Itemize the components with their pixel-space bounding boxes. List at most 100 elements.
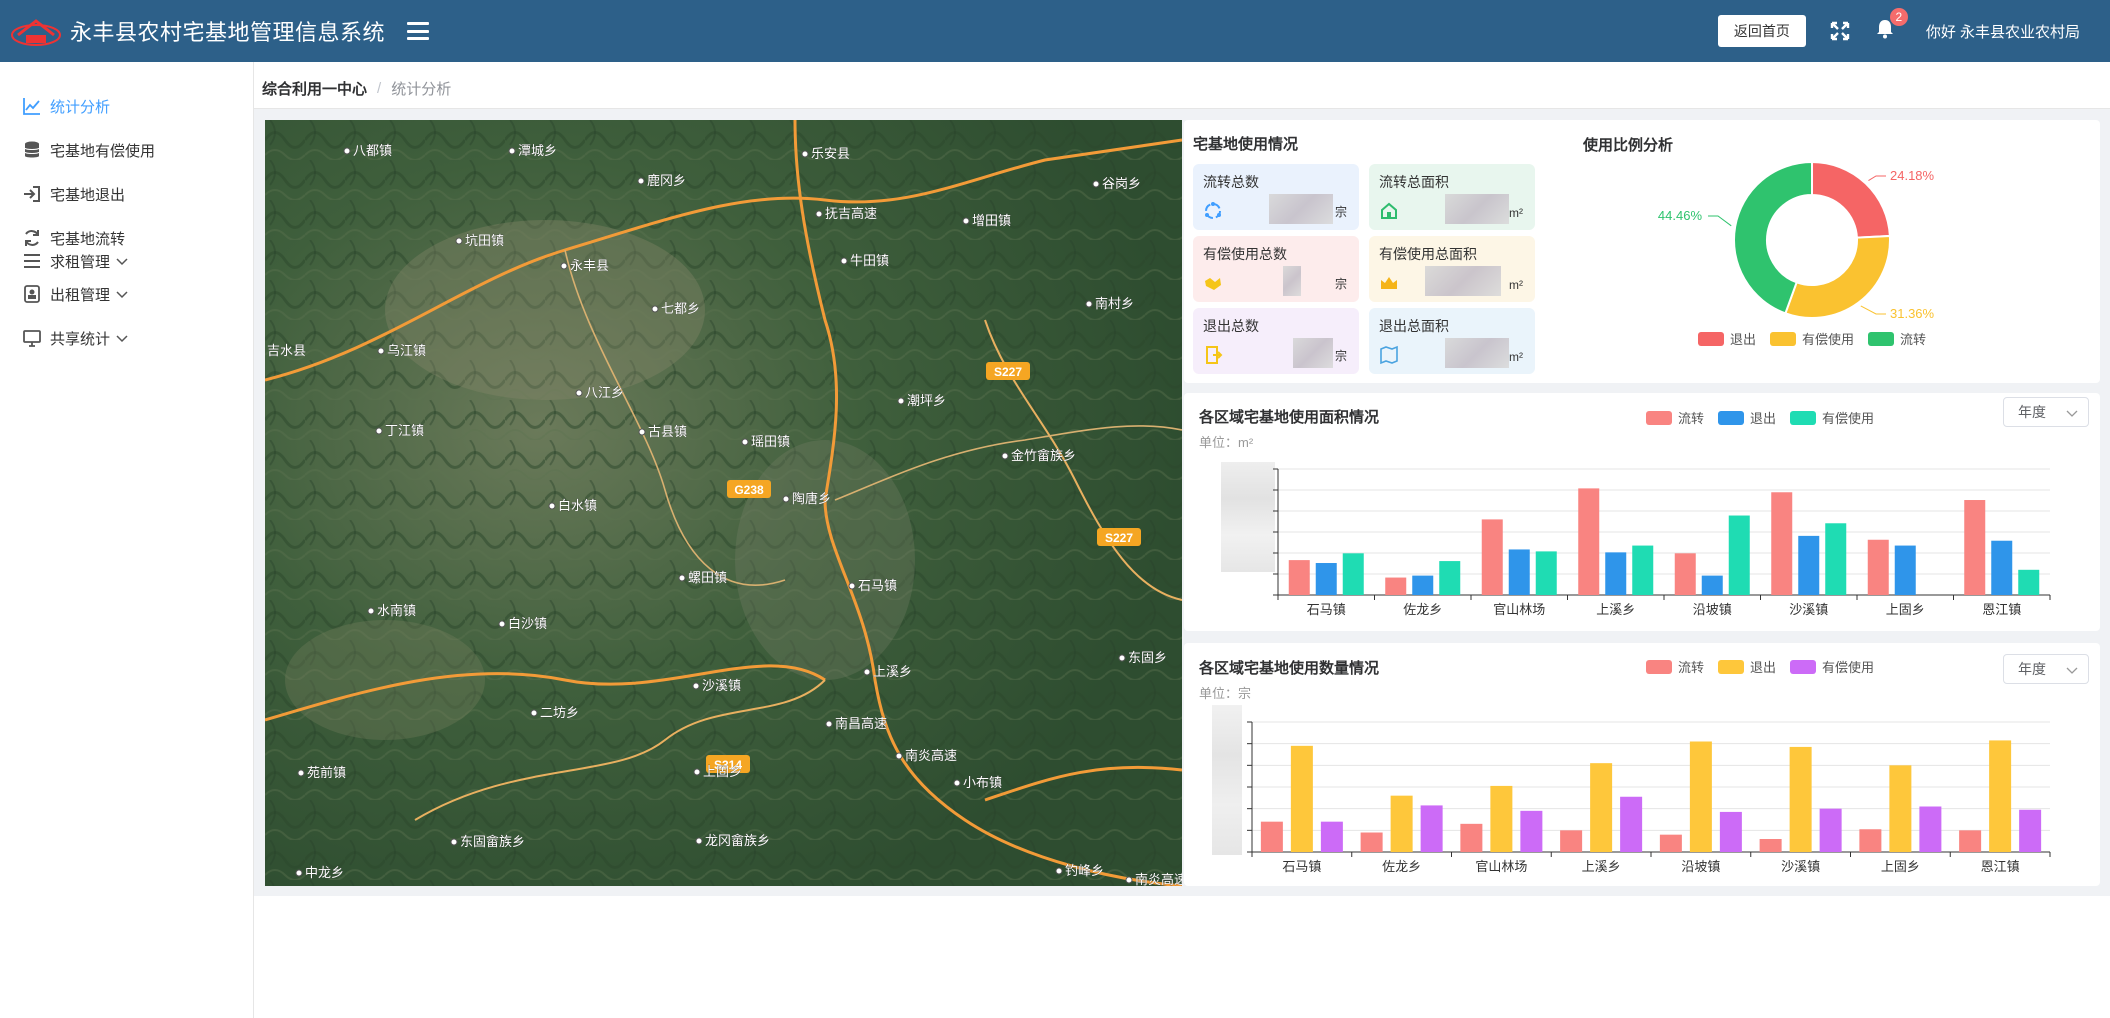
bar[interactable] <box>1632 545 1654 595</box>
bar[interactable] <box>1390 795 1413 852</box>
bar[interactable] <box>1719 811 1742 852</box>
bar[interactable] <box>1689 741 1712 853</box>
legend-item-transfer[interactable]: 流转 <box>1868 329 1926 348</box>
town-marker <box>637 177 645 185</box>
bar[interactable] <box>1590 763 1613 852</box>
map-label: 七都乡 <box>661 301 700 316</box>
bar[interactable] <box>1620 796 1643 852</box>
sidebar-item-exit[interactable]: 宅基地退出 <box>0 172 253 216</box>
bar[interactable] <box>1481 519 1503 595</box>
legend-item-transfer[interactable]: 流转 <box>1646 657 1704 676</box>
bar[interactable] <box>1320 821 1343 852</box>
list-icon <box>24 254 40 268</box>
town-marker <box>815 210 823 218</box>
bar[interactable] <box>1789 746 1812 852</box>
bar[interactable] <box>2018 569 2040 595</box>
count-year-select[interactable]: 年度 <box>2003 654 2089 684</box>
legend-item-paid[interactable]: 有偿使用 <box>1790 408 1874 427</box>
bar[interactable] <box>1889 765 1912 852</box>
bar[interactable] <box>1798 535 1820 595</box>
stat-transfer-area[interactable]: 流转总面积 m² <box>1369 164 1535 230</box>
stat-transfer-count[interactable]: 流转总数 宗 <box>1193 164 1359 230</box>
bar[interactable] <box>1490 785 1513 852</box>
area-chart-unit: 单位：m² <box>1199 435 1254 450</box>
bar[interactable] <box>1825 523 1847 595</box>
stat-exit-area[interactable]: 退出总面积 m² <box>1369 308 1535 374</box>
area-bar-chart[interactable]: 石马镇 佐龙乡 官山林场 上溪乡 沿坡镇 沙溪镇 上固乡 恩江镇 <box>1270 455 2060 625</box>
bar[interactable] <box>2019 809 2042 852</box>
bar[interactable] <box>1315 563 1337 595</box>
bar[interactable] <box>1859 829 1882 852</box>
sidebar-item-share-stats[interactable]: 共享统计 <box>0 316 253 360</box>
legend-item-exit[interactable]: 退出 <box>1718 657 1776 676</box>
stat-paid-area[interactable]: 有偿使用总面积 m² <box>1369 236 1535 302</box>
menu-toggle-icon[interactable] <box>407 22 430 40</box>
notification-bell[interactable]: 2 <box>1876 7 1908 44</box>
bar[interactable] <box>1288 560 1310 595</box>
map-label: 白沙镇 <box>508 616 547 631</box>
bar[interactable] <box>1578 488 1600 595</box>
satellite-map[interactable]: 八都镇 潭城乡 鹿冈乡 乐安县 谷岗乡 抚吉高速 坑田镇 永丰县 增田镇 牛田镇 南村乡 七都乡 吉水县… <box>265 120 1182 886</box>
bar[interactable] <box>1759 839 1782 852</box>
bar[interactable] <box>1385 577 1407 595</box>
map-label: 吉水县 <box>267 343 306 358</box>
stat-paid-count[interactable]: 有偿使用总数 宗 <box>1193 236 1359 302</box>
bar[interactable] <box>1701 575 1723 595</box>
stat-exit-count[interactable]: 退出总数 宗 <box>1193 308 1359 374</box>
legend-item-paid[interactable]: 有偿使用 <box>1790 657 1874 676</box>
bar[interactable] <box>1964 500 1986 595</box>
map-label: 金竹畲族乡 <box>1011 448 1076 463</box>
count-bar-chart[interactable]: 石马镇 佐龙乡 官山林场 上溪乡 沿坡镇 沙溪镇 上固乡 恩江镇 <box>1240 705 2060 875</box>
bar[interactable] <box>1439 561 1461 595</box>
bar[interactable] <box>1659 834 1682 852</box>
legend-item-exit[interactable]: 退出 <box>1698 329 1756 348</box>
user-greeting[interactable]: 你好 永丰县农业农村局 <box>1926 21 2080 42</box>
donut-slice[interactable] <box>1784 234 1891 319</box>
home-button[interactable]: 返回首页 <box>1717 15 1806 47</box>
sidebar-item-rent-request[interactable]: 求租管理 <box>0 250 253 272</box>
bar[interactable] <box>1460 823 1483 852</box>
bar[interactable] <box>1771 492 1793 595</box>
sidebar-item-stats[interactable]: 统计分析 <box>0 84 253 128</box>
bar[interactable] <box>1290 745 1313 852</box>
bar[interactable] <box>1260 821 1283 852</box>
bar[interactable] <box>1420 805 1443 852</box>
ratio-donut-chart[interactable]: 24.18% 31.36% 44.46% <box>1640 150 1980 350</box>
legend-item-exit[interactable]: 退出 <box>1718 408 1776 427</box>
bar[interactable] <box>1412 575 1434 595</box>
ratio-legend: 退出 有偿使用 流转 <box>1698 329 1940 348</box>
bar[interactable] <box>1560 830 1583 852</box>
sidebar-item-rent-out[interactable]: 出租管理 <box>0 272 253 316</box>
bar[interactable] <box>1520 810 1543 852</box>
sidebar: 统计分析 宅基地有偿使用 宅基地退出 宅基地流转 求租管理 出租管理 共享统计 <box>0 62 254 1018</box>
map-label: 南炎高速 <box>1135 872 1182 886</box>
sidebar-item-paid-use[interactable]: 宅基地有偿使用 <box>0 128 253 172</box>
town-marker <box>825 720 833 728</box>
bar[interactable] <box>1508 549 1530 595</box>
fullscreen-icon[interactable] <box>1830 21 1850 41</box>
bar[interactable] <box>1360 832 1383 853</box>
map-label: 乐安县 <box>811 146 850 161</box>
bar[interactable] <box>1867 539 1889 595</box>
bar[interactable] <box>1342 553 1364 595</box>
x-tick-label: 官山林场 <box>1475 859 1527 874</box>
bar[interactable] <box>1674 553 1696 595</box>
area-year-select[interactable]: 年度 <box>2003 397 2089 427</box>
bar[interactable] <box>1919 806 1942 853</box>
bar[interactable] <box>1991 540 2013 595</box>
town-marker <box>863 668 871 676</box>
bar[interactable] <box>1728 515 1750 595</box>
bar[interactable] <box>1894 545 1916 595</box>
bar[interactable] <box>1989 740 2012 852</box>
legend-item-paid[interactable]: 有偿使用 <box>1770 329 1854 348</box>
donut-slice[interactable] <box>1811 160 1891 239</box>
bar[interactable] <box>1819 808 1842 852</box>
breadcrumb-level1[interactable]: 综合利用一中心 <box>262 78 367 99</box>
map-label: 古县镇 <box>648 424 687 439</box>
bar[interactable] <box>1605 552 1627 595</box>
bar[interactable] <box>1959 830 1982 852</box>
bar[interactable] <box>1535 551 1557 595</box>
map-canvas[interactable]: 八都镇 潭城乡鹿冈乡 乐安县谷岗乡抚吉高速坑田镇永丰县 增田镇牛田镇南村乡 七都乡吉水县… <box>265 120 1182 886</box>
legend-item-transfer[interactable]: 流转 <box>1646 408 1704 427</box>
map-label: 水南镇 <box>377 603 416 618</box>
